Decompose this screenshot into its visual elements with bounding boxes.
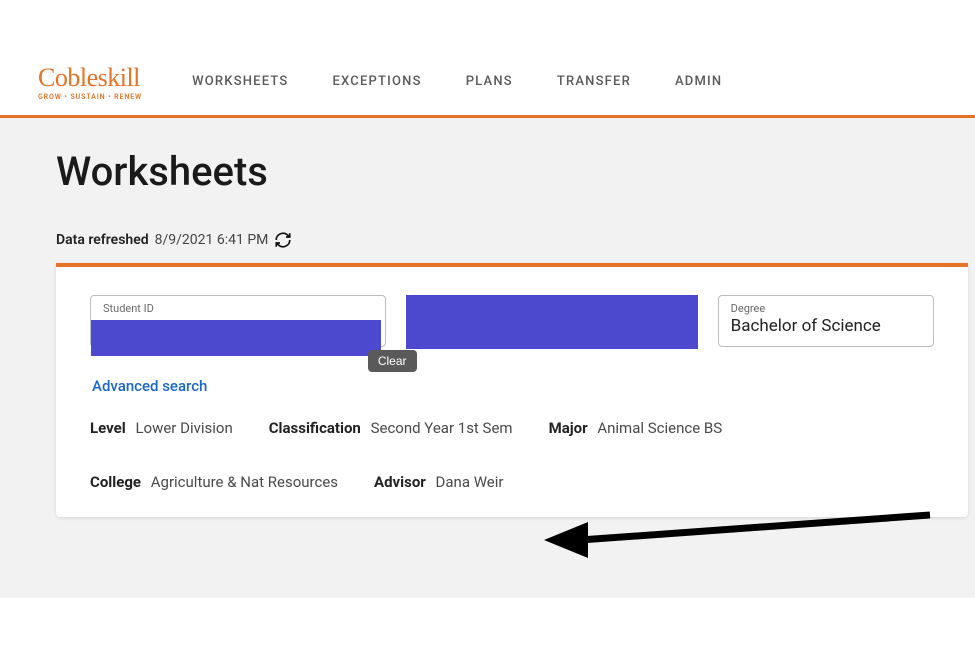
student-info-grid: Level Lower Division Classification Seco… (90, 419, 934, 491)
content-area: Worksheets Data refreshed 8/9/2021 6:41 … (0, 118, 975, 598)
fields-row: Student ID Clear Degree Bachelor of Scie… (90, 295, 934, 349)
student-panel: Student ID Clear Degree Bachelor of Scie… (56, 263, 968, 517)
degree-field[interactable]: Degree Bachelor of Science (718, 295, 934, 347)
info-classification: Classification Second Year 1st Sem (269, 419, 513, 437)
degree-label: Degree (731, 302, 921, 315)
advisor-label: Advisor (374, 473, 426, 491)
major-label: Major (549, 419, 588, 437)
logo-main: Cobleskill (38, 63, 142, 93)
nav-worksheets[interactable]: WORKSHEETS (192, 74, 288, 89)
refresh-icon[interactable] (274, 231, 292, 249)
degree-value: Bachelor of Science (731, 316, 921, 336)
nav-transfer[interactable]: TRANSFER (557, 74, 631, 89)
student-id-field[interactable]: Student ID Clear (90, 295, 386, 347)
refresh-time: 8/9/2021 6:41 PM (155, 232, 269, 248)
info-major: Major Animal Science BS (549, 419, 723, 437)
page-title: Worksheets (56, 148, 975, 195)
nav-menu: WORKSHEETS EXCEPTIONS PLANS TRANSFER ADM… (192, 74, 722, 89)
classification-value: Second Year 1st Sem (371, 419, 513, 437)
classification-label: Classification (269, 419, 361, 437)
nav-plans[interactable]: PLANS (466, 74, 513, 89)
info-level: Level Lower Division (90, 419, 233, 437)
logo-tagline: GROW • SUSTAIN • RENEW (38, 93, 142, 101)
college-value: Agriculture & Nat Resources (151, 473, 338, 491)
refresh-row: Data refreshed 8/9/2021 6:41 PM (56, 231, 975, 249)
major-value: Animal Science BS (597, 419, 722, 437)
level-label: Level (90, 419, 126, 437)
college-label: College (90, 473, 141, 491)
student-id-label: Student ID (103, 302, 373, 315)
nav-exceptions[interactable]: EXCEPTIONS (333, 74, 422, 89)
info-advisor: Advisor Dana Weir (374, 473, 503, 491)
refresh-label: Data refreshed (56, 232, 149, 248)
student-id-redacted (91, 320, 381, 356)
advanced-search-link[interactable]: Advanced search (92, 377, 207, 395)
info-college: College Agriculture & Nat Resources (90, 473, 338, 491)
clear-button[interactable]: Clear (368, 350, 417, 372)
level-value: Lower Division (135, 419, 232, 437)
name-field-redacted (406, 295, 698, 349)
advisor-value: Dana Weir (436, 473, 504, 491)
logo: Cobleskill GROW • SUSTAIN • RENEW (38, 63, 142, 101)
nav-admin[interactable]: ADMIN (675, 74, 722, 89)
top-nav-bar: Cobleskill GROW • SUSTAIN • RENEW WORKSH… (0, 48, 975, 118)
